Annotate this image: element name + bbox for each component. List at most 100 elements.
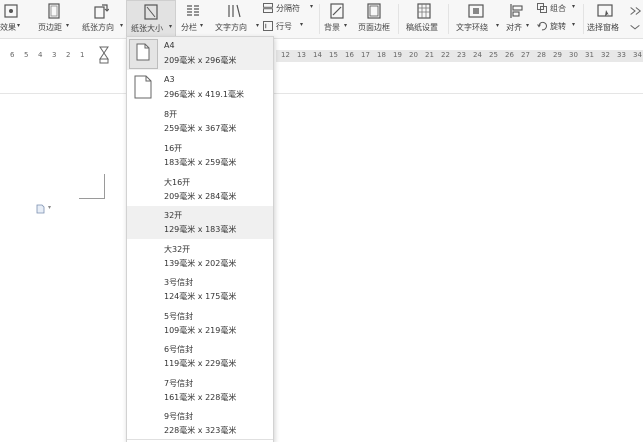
paper-size-dimensions: 296毫米 x 419.1毫米 bbox=[164, 90, 244, 99]
paper-size-option-32k[interactable]: 32开 129毫米 x 183毫米 bbox=[127, 206, 273, 239]
text-direction-button[interactable]: 文字方向 ▾ bbox=[214, 0, 260, 38]
page-border-icon bbox=[367, 3, 381, 19]
columns-icon bbox=[187, 5, 199, 16]
indent-marker-icon[interactable] bbox=[98, 46, 110, 64]
divider bbox=[448, 4, 449, 34]
page-border-button[interactable]: 页面边框 bbox=[356, 0, 394, 38]
page-corner-mark bbox=[104, 174, 105, 199]
paper-size-name: 大32开 bbox=[164, 245, 191, 254]
paper-size-option-envelope-5[interactable]: 5号信封 109毫米 x 219毫米 bbox=[127, 307, 273, 340]
chevron-down-icon: ▾ bbox=[66, 22, 70, 29]
divider bbox=[583, 4, 584, 34]
page-border-label: 页面边框 bbox=[358, 23, 390, 32]
page-icon bbox=[136, 43, 150, 61]
text-direction-icon bbox=[228, 4, 241, 18]
dropdown-divider bbox=[127, 439, 273, 440]
columns-button[interactable]: 分栏 ▾ bbox=[180, 0, 210, 38]
paper-size-option-a4[interactable]: A4 209毫米 x 296毫米 bbox=[127, 37, 273, 70]
paper-size-option-large-16k[interactable]: 大16开 209毫米 x 284毫米 bbox=[127, 173, 273, 206]
ruler-tick: 21 bbox=[425, 51, 434, 59]
chevron-down-icon: ▾ bbox=[17, 22, 21, 29]
ruler-tick: 20 bbox=[409, 51, 418, 59]
paper-size-name: 7号信封 bbox=[164, 379, 194, 388]
paper-size-option-envelope-9[interactable]: 9号信封 228毫米 x 323毫米 bbox=[127, 407, 273, 440]
effects-label: 效果 bbox=[0, 23, 16, 32]
ruler-tick: 26 bbox=[505, 51, 514, 59]
paper-size-option-8k[interactable]: 8开 259毫米 x 367毫米 bbox=[127, 105, 273, 138]
manuscript-icon bbox=[417, 3, 431, 19]
ruler-tick: 19 bbox=[393, 51, 402, 59]
ruler-tick: 31 bbox=[585, 51, 594, 59]
line-numbers-label: 行号 bbox=[276, 22, 292, 31]
ruler-tick: 2 bbox=[66, 51, 71, 59]
ruler-tick: 25 bbox=[489, 51, 498, 59]
paper-size-option-16k[interactable]: 16开 183毫米 x 259毫米 bbox=[127, 139, 273, 172]
chevron-down-icon[interactable]: ▾ bbox=[48, 204, 51, 211]
document-top-edge bbox=[0, 93, 643, 94]
orientation-button[interactable]: 纸张方向 ▾ bbox=[80, 0, 126, 38]
paper-size-dimensions: 161毫米 x 228毫米 bbox=[164, 393, 237, 402]
paper-size-dimensions: 139毫米 x 202毫米 bbox=[164, 259, 237, 268]
ruler-tick: 22 bbox=[441, 51, 450, 59]
paper-size-dimensions: 209毫米 x 284毫米 bbox=[164, 192, 237, 201]
divider bbox=[319, 4, 320, 34]
ruler-tick: 27 bbox=[521, 51, 530, 59]
paper-size-label: 纸张大小 bbox=[131, 24, 163, 33]
paper-size-dimensions: 119毫米 x 229毫米 bbox=[164, 359, 237, 368]
ruler-tick: 6 bbox=[10, 51, 15, 59]
more-icon[interactable] bbox=[628, 4, 642, 18]
paper-size-name: 8开 bbox=[164, 110, 178, 119]
manuscript-settings-button[interactable]: 稿纸设置 bbox=[404, 0, 444, 38]
paper-size-name: A3 bbox=[164, 75, 175, 84]
line-numbers-button[interactable]: 行号 ▾ bbox=[262, 18, 312, 36]
ruler-tick: 18 bbox=[377, 51, 386, 59]
ruler-tick: 1 bbox=[80, 51, 85, 59]
effects-icon bbox=[4, 4, 18, 18]
page-corner-mark bbox=[79, 198, 104, 199]
chevron-down-icon: ▾ bbox=[526, 22, 530, 29]
chevron-down-icon: ▾ bbox=[310, 3, 314, 10]
ruler-tick: 13 bbox=[297, 51, 306, 59]
page-icon bbox=[134, 75, 152, 99]
background-button[interactable]: 背景 ▾ bbox=[322, 0, 352, 38]
paper-size-dimensions: 209毫米 x 296毫米 bbox=[164, 56, 237, 65]
selection-pane-button[interactable]: 选择窗格 bbox=[586, 0, 626, 38]
expand-icon[interactable] bbox=[628, 21, 642, 35]
paper-size-option-envelope-3[interactable]: 3号信封 124毫米 x 175毫米 bbox=[127, 273, 273, 306]
group-button[interactable]: 组合 ▾ bbox=[536, 0, 580, 18]
paper-size-dimensions: 259毫米 x 367毫米 bbox=[164, 124, 237, 133]
chevron-down-icon: ▾ bbox=[572, 3, 576, 10]
paper-size-option-envelope-7[interactable]: 7号信封 161毫米 x 228毫米 bbox=[127, 374, 273, 407]
paper-size-option-a3[interactable]: A3 296毫米 x 419.1毫米 bbox=[127, 71, 273, 104]
text-wrap-button[interactable]: 文字环绕 ▾ bbox=[454, 0, 502, 38]
ruler-tick: 15 bbox=[329, 51, 338, 59]
align-button[interactable]: 对齐 ▾ bbox=[504, 0, 534, 38]
paste-options-icon[interactable] bbox=[36, 204, 45, 214]
ruler-tick: 23 bbox=[457, 51, 466, 59]
ruler-tick: 3 bbox=[52, 51, 57, 59]
align-icon bbox=[510, 4, 523, 18]
paper-size-dimensions: 124毫米 x 175毫米 bbox=[164, 292, 237, 301]
ruler-tick: 4 bbox=[38, 51, 43, 59]
orientation-label: 纸张方向 bbox=[82, 23, 114, 32]
effects-button[interactable]: 效果 ▾ bbox=[0, 0, 22, 38]
rotate-button[interactable]: 旋转 ▾ bbox=[536, 18, 580, 36]
paper-size-icon bbox=[144, 4, 158, 20]
line-numbers-icon bbox=[263, 21, 273, 31]
ribbon-toolbar: 效果 ▾ 页边距 ▾ 纸张方向 ▾ 纸张大小 ▾ 分栏 ▾ 文字方向 ▾ 分隔符… bbox=[0, 0, 643, 39]
paper-size-option-large-32k[interactable]: 大32开 139毫米 x 202毫米 bbox=[127, 240, 273, 273]
margins-button[interactable]: 页边距 ▾ bbox=[36, 0, 76, 38]
chevron-down-icon: ▾ bbox=[572, 21, 576, 28]
paper-size-name: 3号信封 bbox=[164, 278, 194, 287]
paper-size-option-envelope-6[interactable]: 6号信封 119毫米 x 229毫米 bbox=[127, 340, 273, 373]
align-label: 对齐 bbox=[506, 23, 522, 32]
chevron-down-icon: ▾ bbox=[496, 22, 500, 29]
paper-size-dropdown: A4 209毫米 x 296毫米 A3 296毫米 x 419.1毫米 8开 2… bbox=[126, 36, 274, 442]
selection-pane-label: 选择窗格 bbox=[587, 23, 619, 32]
paper-size-dimensions: 109毫米 x 219毫米 bbox=[164, 326, 237, 335]
orientation-icon bbox=[94, 4, 109, 19]
ruler-tick: 30 bbox=[569, 51, 578, 59]
paper-size-button[interactable]: 纸张大小 ▾ bbox=[126, 0, 176, 38]
separator-icon bbox=[263, 3, 273, 13]
chevron-down-icon: ▾ bbox=[256, 22, 260, 29]
